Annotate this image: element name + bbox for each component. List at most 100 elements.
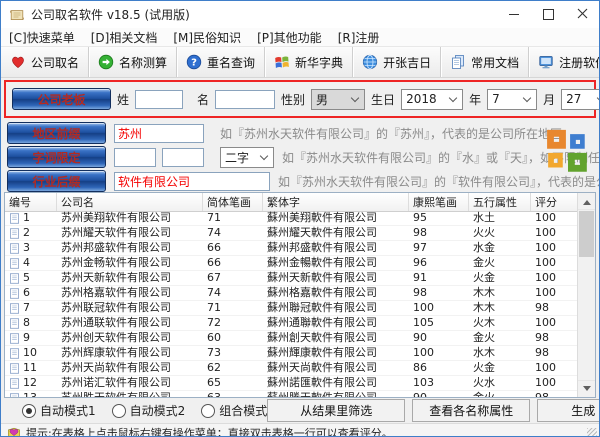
- table-row[interactable]: 6苏州格嘉软件有限公司74蘇州格嘉軟件有限公司98木木100: [5, 286, 578, 301]
- maximize-button[interactable]: [531, 1, 565, 28]
- table-row[interactable]: 5苏州天新软件有限公司67蘇州天新軟件有限公司91火金100: [5, 271, 578, 286]
- close-icon: [577, 8, 588, 22]
- table-row[interactable]: 2苏州耀天软件有限公司74蘇州耀天軟件有限公司98火火100: [5, 226, 578, 241]
- toolbar-button[interactable]: 常用文档: [441, 47, 529, 77]
- word-limit-button[interactable]: 字词限定: [7, 146, 106, 168]
- column-header[interactable]: 简体笔画: [203, 193, 263, 211]
- row-number-cell: 7: [5, 301, 57, 315]
- toolbar-button[interactable]: 开张吉日: [353, 47, 441, 77]
- table-cell: 100: [409, 346, 469, 360]
- menu-item[interactable]: [M]民俗知识: [173, 29, 241, 46]
- vertical-scrollbar[interactable]: [577, 193, 595, 397]
- menu-item[interactable]: [P]其他功能: [257, 29, 322, 46]
- table-row[interactable]: 7苏州联冠软件有限公司71蘇州聯冠軟件有限公司100木木98: [5, 301, 578, 316]
- table-cell: 73: [203, 346, 263, 360]
- table-cell: 蘇州金暢軟件有限公司: [263, 256, 409, 270]
- scrollbar-thumb[interactable]: [579, 211, 594, 257]
- minimize-button[interactable]: [497, 1, 531, 28]
- column-header[interactable]: 公司名: [57, 193, 203, 211]
- document-row-icon: [9, 273, 20, 284]
- table-row[interactable]: 1苏州美翔软件有限公司71蘇州美翔軟件有限公司95水土100: [5, 211, 578, 226]
- word-input-2[interactable]: [162, 148, 204, 167]
- table-row[interactable]: 13苏州胜天软件有限公司63蘇州勝天軟件有限公司90金火98: [5, 391, 578, 397]
- table-cell: 苏州金畅软件有限公司: [57, 256, 203, 270]
- industry-row: 行业后缀 如『苏州水天软件有限公司』的『软件有限公司』，代表的是公司类别: [1, 170, 599, 192]
- birth-month-select[interactable]: 7: [487, 89, 537, 110]
- radio-icon: [112, 404, 126, 418]
- resize-grip[interactable]: [587, 428, 597, 437]
- table-cell: 105: [409, 316, 469, 330]
- column-header[interactable]: 编号: [5, 193, 57, 211]
- heart-icon: [10, 54, 26, 70]
- menu-item[interactable]: [C]快速菜单: [9, 29, 75, 46]
- table-row[interactable]: 4苏州金畅软件有限公司66蘇州金暢軟件有限公司96金火100: [5, 256, 578, 271]
- table-row[interactable]: 12苏州诺汇软件有限公司65蘇州諾匯軟件有限公司103火水100: [5, 376, 578, 391]
- table-cell: 苏州创天软件有限公司: [57, 331, 203, 345]
- table-row[interactable]: 9苏州创天软件有限公司60蘇州創天軟件有限公司90金火98: [5, 331, 578, 346]
- document-row-icon: [9, 213, 20, 224]
- industry-suffix-button[interactable]: 行业后缀: [7, 170, 106, 192]
- table-body: 1苏州美翔软件有限公司71蘇州美翔軟件有限公司95水土1002苏州耀天软件有限公…: [5, 211, 578, 397]
- table-row[interactable]: 3苏州邦盛软件有限公司66蘇州邦盛軟件有限公司97水金100: [5, 241, 578, 256]
- action-button[interactable]: 查看各名称属性: [412, 399, 530, 422]
- birth-day-select[interactable]: 27: [561, 89, 600, 110]
- industry-input[interactable]: [114, 172, 270, 191]
- word-count-value: 二字: [225, 149, 253, 166]
- scroll-down-button[interactable]: [578, 380, 595, 397]
- given-name-input[interactable]: [215, 90, 275, 109]
- region-input[interactable]: [114, 124, 204, 143]
- action-button[interactable]: 从结果里筛选: [267, 399, 405, 422]
- company-boss-button[interactable]: 公司老板: [12, 88, 111, 110]
- table-cell: 水土: [469, 211, 531, 225]
- toolbar-button[interactable]: 新华字典: [265, 47, 353, 77]
- toolbar-button[interactable]: 注册软件: [529, 47, 600, 77]
- table-cell: 木木: [469, 301, 531, 315]
- table-cell: 90: [409, 331, 469, 345]
- mode-radio[interactable]: 自动模式2: [112, 402, 186, 419]
- mode-radio-label: 组合模式: [219, 402, 267, 419]
- mode-radio[interactable]: 自动模式1: [22, 402, 96, 419]
- birth-year-select[interactable]: 2018: [401, 89, 463, 110]
- table-cell: 100: [531, 226, 578, 240]
- word-input-1[interactable]: [114, 148, 156, 167]
- table-row[interactable]: 10苏州辉康软件有限公司73蘇州輝康軟件有限公司100水木98: [5, 346, 578, 361]
- document-row-icon: [9, 243, 20, 254]
- column-header[interactable]: 评分: [531, 193, 580, 211]
- status-text: 提示:在表格上点击鼠标右键有操作菜单；直接双击表格一行可以查看评分。: [26, 425, 393, 437]
- table-cell: 蘇州通聯軟件有限公司: [263, 316, 409, 330]
- surname-input[interactable]: [135, 90, 183, 109]
- table-row[interactable]: 11苏州天尚软件有限公司62蘇州天尚軟件有限公司86火金100: [5, 361, 578, 376]
- menu-item[interactable]: [R]注册: [338, 29, 380, 46]
- toolbar-button[interactable]: 公司取名: [1, 47, 89, 77]
- mode-radio[interactable]: 组合模式: [201, 402, 267, 419]
- gender-select[interactable]: 男: [311, 89, 365, 110]
- menu-item[interactable]: [D]相关文档: [91, 29, 158, 46]
- column-header[interactable]: 五行属性: [469, 193, 531, 211]
- office-logo-icon: [545, 128, 591, 185]
- column-header[interactable]: 康熙笔画: [409, 193, 469, 211]
- document-row-icon: [9, 378, 20, 389]
- word-count-select[interactable]: 二字: [220, 147, 274, 168]
- tip-book-icon: [7, 426, 21, 437]
- minimize-icon: [509, 14, 519, 15]
- action-button[interactable]: 生成: [537, 399, 600, 422]
- table-cell: 74: [203, 226, 263, 240]
- scroll-up-button[interactable]: [578, 193, 595, 210]
- region-row: 地区前缀 如『苏州水天软件有限公司』的『苏州』，代表的是公司所在地区: [1, 122, 599, 144]
- form-area: 公司老板 姓 名 性别 男 生日 2018 年 7 月 27: [1, 80, 599, 192]
- document-row-icon: [9, 303, 20, 314]
- row-number-cell: 8: [5, 316, 57, 330]
- table-cell: 98: [531, 301, 578, 315]
- column-header[interactable]: 繁体字: [263, 193, 409, 211]
- table-row[interactable]: 8苏州通联软件有限公司72蘇州通聯軟件有限公司105火木100: [5, 316, 578, 331]
- toolbar-button[interactable]: 名称测算: [89, 47, 177, 77]
- table-cell: 火火: [469, 226, 531, 240]
- region-prefix-button[interactable]: 地区前缀: [7, 122, 106, 144]
- table-cell: 96: [409, 256, 469, 270]
- table-cell: 98: [531, 391, 578, 397]
- title-bar: 公司取名软件 v18.5 (试用版): [1, 1, 599, 28]
- table-cell: 水金: [469, 241, 531, 255]
- row-number-cell: 13: [5, 391, 57, 397]
- toolbar-button[interactable]: ?重名查询: [177, 47, 265, 77]
- close-button[interactable]: [565, 1, 599, 28]
